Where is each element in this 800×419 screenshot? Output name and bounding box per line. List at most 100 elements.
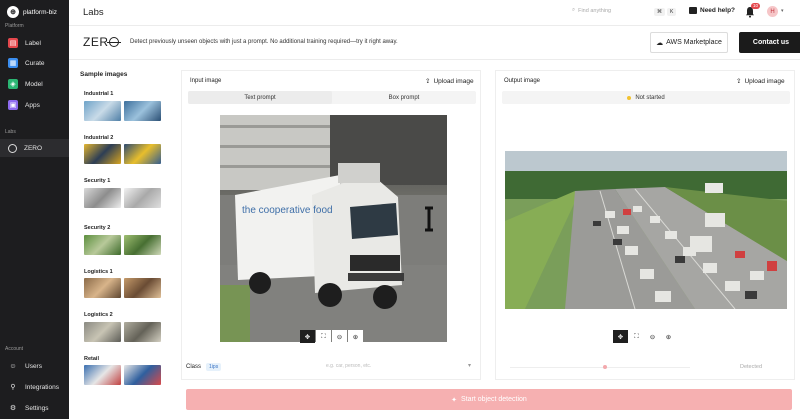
search-placeholder: Find anything (578, 7, 612, 14)
class-chip[interactable]: 1ips (206, 363, 222, 371)
brand-name: platform-biz (23, 8, 57, 16)
zoom-in-icon[interactable]: ⊕ (661, 330, 676, 343)
zoom-in-icon[interactable]: ⊕ (348, 330, 363, 343)
zero-header: ZER Detect previously unseen objects wit… (69, 26, 800, 60)
fit-screen-icon[interactable]: ⛶ (629, 330, 644, 343)
pan-icon[interactable]: ✥ (300, 330, 315, 343)
input-upload-label: Upload image (433, 77, 474, 85)
sample-thumbnail[interactable] (84, 188, 121, 208)
output-image (505, 151, 787, 309)
detected-label: Detected (740, 364, 763, 370)
input-image-title: Input image (190, 78, 222, 84)
settings-icon: ⚙ (9, 405, 17, 412)
sample-thumbnail[interactable] (84, 235, 121, 255)
sidebar-item-zero-text: ZERO (24, 144, 43, 152)
avatar[interactable]: H (767, 6, 778, 17)
aws-icon: ☁ (656, 39, 664, 47)
integrations-icon: ⚲ (10, 384, 16, 391)
zero-logo-o-icon (106, 37, 121, 47)
sample-thumbnail[interactable] (124, 322, 161, 342)
users-icon: ☺ (9, 362, 17, 370)
sample-thumbnail[interactable] (124, 188, 161, 208)
confidence-slider-track[interactable] (510, 367, 690, 368)
input-upload-button[interactable]: ⇪ Upload image (425, 77, 474, 86)
sample-category-label: Industrial 1 (84, 91, 114, 97)
chevron-down-icon[interactable]: ▾ (781, 8, 784, 14)
sidebar-item-label-text: Label (25, 39, 41, 47)
tab-text-prompt[interactable]: Text prompt (188, 91, 332, 104)
curate-icon: ▦ (8, 58, 18, 68)
chevron-down-icon[interactable]: ▾ (468, 362, 471, 369)
sample-category-label: Retail (84, 356, 99, 362)
pan-icon[interactable]: ✥ (613, 330, 628, 343)
sidebar-item-apps[interactable]: ▣ Apps (0, 96, 69, 114)
sample-thumbnail[interactable] (84, 365, 121, 385)
sidebar-item-users[interactable]: ☺ Users (0, 357, 69, 375)
zoom-out-icon[interactable]: ⊖ (645, 330, 660, 343)
sample-thumbnail[interactable] (124, 278, 161, 298)
sidebar-item-curate-text: Curate (25, 59, 45, 67)
start-detection-label: Start object detection (461, 396, 527, 403)
sidebar-item-curate[interactable]: ▦ Curate (0, 54, 69, 72)
sample-images-panel: Sample images Industrial 1 Industrial 2 … (69, 60, 179, 419)
contact-us-button[interactable]: Contact us (739, 32, 800, 53)
shortcut-key-cmd: ⌘ (654, 8, 665, 16)
prompt-tabs: Text prompt Box prompt (188, 91, 476, 104)
sample-thumbnail[interactable] (124, 365, 161, 385)
label-icon: ▤ (8, 38, 18, 48)
sample-category-label: Industrial 2 (84, 135, 114, 141)
sample-thumbnail[interactable] (124, 144, 161, 164)
sample-thumbnail[interactable] (124, 101, 161, 121)
sidebar-item-integrations[interactable]: ⚲ Integrations (0, 378, 69, 396)
notification-badge: 10 (751, 3, 761, 9)
confidence-slider-handle[interactable] (603, 365, 607, 369)
brand-logo-icon: ⊕ (7, 6, 19, 18)
shortcut-key-k: K (667, 8, 677, 16)
zero-logo-text: ZER (83, 35, 109, 49)
start-detection-button[interactable]: ✦ Start object detection (186, 389, 792, 410)
sidebar-item-users-text: Users (25, 362, 42, 370)
class-input[interactable]: e.g. car, person, etc. (326, 363, 371, 369)
input-image-toolbar: ✥ ⛶ ⊖ ⊕ (300, 330, 363, 343)
sample-thumbnail[interactable] (84, 101, 121, 121)
truck-brand-text: the cooperative food (242, 205, 333, 216)
aws-button-label: AWS Marketplace (666, 39, 722, 46)
help-label: Need help? (700, 7, 736, 14)
sample-thumbnail[interactable] (84, 144, 121, 164)
sample-thumbnail[interactable] (124, 235, 161, 255)
sidebar-item-model[interactable]: ◈ Model (0, 75, 69, 93)
input-image-panel: Input image ⇪ Upload image Text prompt B… (181, 70, 481, 380)
sidebar-item-integrations-text: Integrations (25, 383, 59, 391)
sidebar-item-zero[interactable]: ZERO (0, 139, 69, 157)
output-image-panel: Output image ⇪ Upload image Not started (495, 70, 795, 380)
detection-status: Not started (502, 91, 790, 104)
input-image[interactable]: the cooperative food (220, 115, 447, 342)
sample-thumbnail[interactable] (84, 278, 121, 298)
help-button[interactable]: Need help? (689, 7, 735, 14)
upload-icon: ⇪ (736, 78, 742, 85)
zero-logo: ZER (83, 35, 121, 49)
model-icon: ◈ (8, 79, 18, 89)
apps-icon: ▣ (8, 100, 18, 110)
help-book-icon (689, 7, 697, 14)
class-row: Class 1ips e.g. car, person, etc. ▾ (186, 360, 476, 374)
platform-section-label: Platform (5, 23, 24, 29)
sidebar-item-apps-text: Apps (25, 101, 40, 109)
sparkle-icon: ✦ (451, 396, 458, 404)
brand[interactable]: ⊕ platform-biz (7, 6, 57, 18)
output-image-title: Output image (504, 78, 541, 84)
sidebar-item-settings[interactable]: ⚙ Settings (0, 399, 69, 417)
search-input[interactable]: ⌕ Find anything (572, 7, 611, 14)
sidebar-item-label[interactable]: ▤ Label (0, 34, 69, 52)
sample-category-label: Logistics 1 (84, 269, 113, 275)
tab-box-prompt[interactable]: Box prompt (332, 91, 476, 104)
fit-screen-icon[interactable]: ⛶ (316, 330, 331, 343)
account-section-label: Account (5, 346, 24, 352)
aws-marketplace-button[interactable]: ☁ AWS Marketplace (650, 32, 728, 53)
sample-category-label: Security 2 (84, 225, 111, 231)
sidebar-item-settings-text: Settings (25, 404, 49, 412)
output-upload-button[interactable]: ⇪ Upload image (736, 77, 785, 86)
sample-images-title: Sample images (80, 71, 128, 78)
zoom-out-icon[interactable]: ⊖ (332, 330, 347, 343)
sample-thumbnail[interactable] (84, 322, 121, 342)
